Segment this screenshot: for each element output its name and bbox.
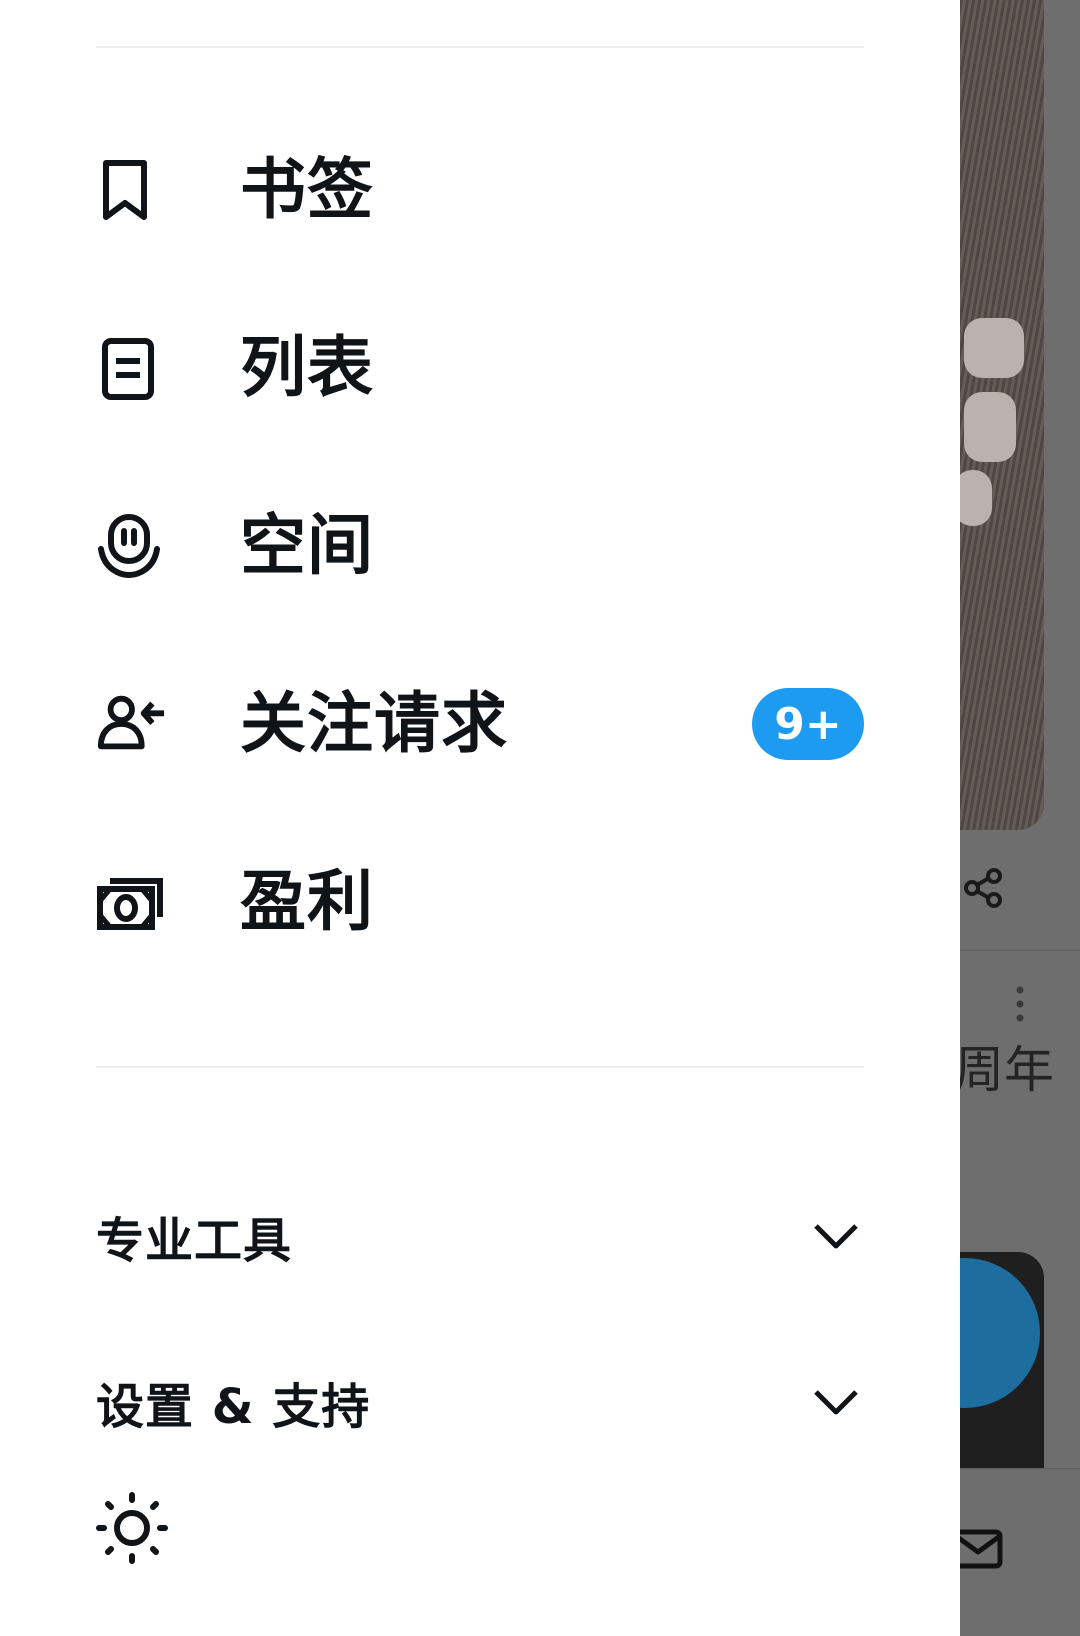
section-settings-support[interactable]: 设置 & 支持 [96, 1352, 864, 1452]
timeline-text: 周年 [954, 1041, 1054, 1099]
timeline-photo [954, 0, 1044, 830]
nav-item-label: 空间 [240, 507, 374, 584]
chevron-down-icon [814, 1390, 858, 1415]
nav-item-label: 盈利 [240, 863, 374, 940]
bottom-nav-divider [960, 1468, 1080, 1469]
top-divider [96, 46, 864, 48]
timeline-divider [960, 950, 1080, 951]
background-timeline[interactable]: 周年 [953, 0, 1080, 1636]
list-icon [102, 338, 154, 400]
section-divider [96, 1066, 864, 1068]
nav-item-lists[interactable]: 列表 [96, 308, 864, 428]
nav-item-label: 列表 [240, 329, 374, 406]
media-thumbnail [960, 1258, 1040, 1408]
nav-item-label: 关注请求 [240, 685, 508, 762]
nav-item-bookmarks[interactable]: 书签 [96, 130, 864, 250]
share-icon [964, 868, 1002, 908]
timeline-media-card [960, 1252, 1044, 1468]
section-professional-tools[interactable]: 专业工具 [96, 1186, 864, 1286]
nav-item-monetization[interactable]: 盈利 [96, 842, 864, 962]
nav-item-spaces[interactable]: 空间 [96, 486, 864, 606]
chevron-down-icon [814, 1224, 858, 1249]
follow-request-icon [97, 695, 165, 750]
nav-item-label: 书签 [240, 151, 374, 228]
monetization-icon [97, 878, 163, 930]
more-icon [1016, 986, 1024, 1022]
side-drawer: 书签 列表 空间 关注请求 9+ 盈利 专业工具 设置 & 支持 [0, 0, 960, 1636]
nav-item-follow-requests[interactable]: 关注请求 9+ [96, 664, 864, 784]
sun-icon[interactable] [96, 1492, 168, 1564]
section-label: 专业工具 [96, 1213, 293, 1269]
bookmark-icon [103, 160, 147, 220]
screen: 周年 书签 列表 空间 关注请求 9+ 盈利 专业工具 设置 & 支持 [0, 0, 1080, 1636]
spaces-icon [98, 514, 160, 579]
notification-badge: 9+ [752, 688, 864, 760]
section-label: 设置 & 支持 [96, 1379, 371, 1435]
